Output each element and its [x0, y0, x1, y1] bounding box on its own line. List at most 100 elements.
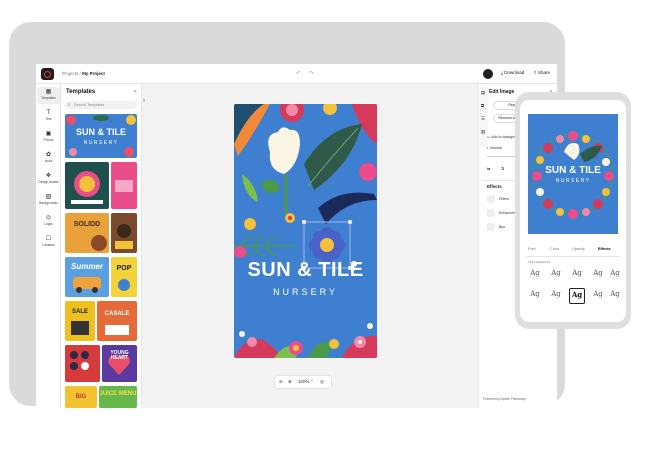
text-effect-option[interactable]: Ag: [548, 267, 564, 283]
breadcrumb-projects[interactable]: Projects: [62, 71, 78, 76]
background-icon: ▭: [487, 135, 491, 139]
effect-filters[interactable]: Filters: [487, 195, 509, 203]
rail-item-design-assets[interactable]: ❖ Design Assets: [37, 171, 60, 188]
layers-icon[interactable]: ▤: [481, 90, 485, 96]
undo-redo-icons[interactable]: ↶ ↷: [296, 70, 317, 77]
tab-font[interactable]: Font: [528, 247, 536, 251]
effect-preview-label: Ag: [610, 269, 620, 277]
canvas-area: › SUN & TILE NURSERY ⊖ ⊕ 100% ⌃ ◎: [142, 84, 478, 408]
left-rail: ▦ Templates T Text ▣ Photos ✿ Icons ❖ De…: [36, 84, 61, 408]
template-art: [115, 180, 133, 192]
flip-vertical-icon[interactable]: ⇅: [501, 166, 504, 171]
template-art: [115, 224, 133, 249]
template-thumbnail[interactable]: YOUNG HEART: [102, 345, 137, 382]
template-art: [71, 171, 103, 204]
rail-item-templates[interactable]: ▦ Templates: [37, 87, 60, 104]
search-input[interactable]: ⌕ Search Templates: [65, 101, 137, 109]
text-effect-option[interactable]: Ag: [590, 267, 606, 283]
tab-color[interactable]: Color: [550, 247, 559, 251]
rail-item-backgrounds[interactable]: ▨ Backgrounds: [37, 192, 60, 209]
blend-icon: ◐: [487, 146, 490, 150]
zoom-in-icon[interactable]: ⊕: [288, 379, 292, 385]
templates-icon: ▦: [45, 89, 52, 95]
powered-by-text: Powered by Adobe Photoshop: [483, 397, 526, 401]
panel-title: Edit Image: [489, 89, 515, 95]
template-title: Summer: [70, 262, 103, 271]
effect-preview-label: Ag: [551, 290, 561, 298]
tab-opacity[interactable]: Opacity: [572, 247, 585, 251]
text-effect-option[interactable]: Ag: [590, 288, 606, 304]
breadcrumb-current[interactable]: My Project: [82, 71, 105, 76]
text-effect-option[interactable]: Ag: [608, 288, 622, 304]
effects-title: Effects: [487, 184, 502, 189]
text-effect-option[interactable]: Ag: [527, 267, 543, 283]
poster-canvas[interactable]: SUN & TILE NURSERY: [234, 104, 377, 358]
text-icon: T: [46, 110, 51, 116]
template-thumbnail[interactable]: BIG: [65, 386, 97, 408]
zoom-out-icon[interactable]: ⊖: [279, 379, 283, 385]
fit-screen-icon[interactable]: ◎: [320, 379, 324, 385]
rail-item-label: Logos: [44, 222, 53, 226]
template-title: SALE: [71, 309, 88, 315]
template-thumbnail[interactable]: [65, 345, 100, 382]
template-art: [71, 321, 89, 335]
download-button[interactable]: ⤓ Download: [501, 70, 524, 75]
phone-frame: SUN & TILE NURSERY Font Color Opacity Ef…: [515, 92, 631, 329]
template-thumbnail[interactable]: SOLIDD: [65, 213, 109, 253]
rail-item-label: Libraries: [42, 243, 55, 247]
template-thumbnail[interactable]: CASALE: [97, 301, 137, 341]
rail-item-libraries[interactable]: ☐ Libraries: [37, 234, 60, 251]
effect-blur[interactable]: Blur: [487, 223, 505, 231]
app-logo-icon[interactable]: [41, 68, 54, 80]
rail-item-icons[interactable]: ✿ Icons: [37, 150, 60, 167]
delete-icon[interactable]: ▥: [481, 129, 485, 135]
rail-item-photos[interactable]: ▣ Photos: [37, 129, 60, 146]
text-effect-option[interactable]: Ag: [569, 267, 585, 283]
poster-subtitle[interactable]: NURSERY: [234, 287, 377, 297]
zoom-value[interactable]: 100%: [298, 379, 310, 384]
share-button[interactable]: ⇪ Share: [533, 70, 550, 76]
text-effect-option[interactable]: Ag: [527, 288, 543, 304]
text-effect-option-selected[interactable]: Ag: [569, 288, 585, 304]
enhancements-icon: [487, 209, 495, 217]
text-effect-option[interactable]: Ag: [548, 288, 564, 304]
blur-icon: [487, 223, 495, 231]
avatar[interactable]: [483, 69, 493, 79]
text-effects-caption: TEXT EFFECTS: [528, 260, 551, 264]
template-thumbnail[interactable]: [111, 162, 137, 209]
breadcrumb: Projects / My Project: [62, 71, 105, 76]
template-thumbnail[interactable]: [111, 213, 137, 253]
template-thumbnail[interactable]: POP: [111, 257, 137, 297]
rail-item-label: Design Assets: [38, 180, 59, 184]
template-thumbnail[interactable]: SALE: [65, 301, 95, 341]
backgrounds-icon: ▨: [45, 194, 52, 200]
collapse-panel-icon[interactable]: ›: [143, 98, 145, 104]
template-thumbnail[interactable]: SUN & TILE NURSERY: [65, 114, 137, 158]
align-icon[interactable]: ☰: [481, 116, 485, 122]
duplicate-icon[interactable]: ⧉: [481, 103, 484, 108]
effect-preview-label: Ag: [530, 269, 540, 277]
templates-panel: Templates ✕ ⌕ Search Templates SUN & TIL…: [61, 84, 142, 408]
poster-title[interactable]: SUN & TILE: [234, 259, 377, 282]
rail-item-label: Text: [45, 117, 52, 121]
chevron-down-icon[interactable]: ⌃: [310, 379, 314, 385]
rail-item-logos[interactable]: ◎ Logos: [37, 213, 60, 230]
effect-preview-label: Ag: [593, 290, 603, 298]
blend-mode-select[interactable]: ◐ Normal: [487, 146, 502, 150]
close-icon[interactable]: ✕: [133, 89, 137, 95]
template-thumbnail[interactable]: JUICE MENU: [99, 386, 137, 408]
rail-item-label: Photos: [43, 138, 54, 142]
effect-preview-label: Ag: [530, 290, 540, 298]
template-thumbnail[interactable]: [65, 162, 109, 209]
text-effect-option[interactable]: Ag: [608, 267, 622, 283]
template-title: CASALE: [104, 311, 130, 317]
rail-item-text[interactable]: T Text: [37, 108, 60, 125]
effect-label: Filters: [499, 196, 509, 201]
phone-poster-preview[interactable]: SUN & TILE NURSERY: [528, 114, 618, 234]
breadcrumb-separator: /: [79, 71, 81, 76]
share-icon: ⇪: [533, 70, 537, 75]
template-thumbnail[interactable]: Summer: [65, 257, 109, 297]
flip-horizontal-icon[interactable]: ⇆: [487, 166, 490, 171]
design-assets-icon: ❖: [45, 173, 52, 179]
tab-effects[interactable]: Effects: [598, 247, 611, 251]
